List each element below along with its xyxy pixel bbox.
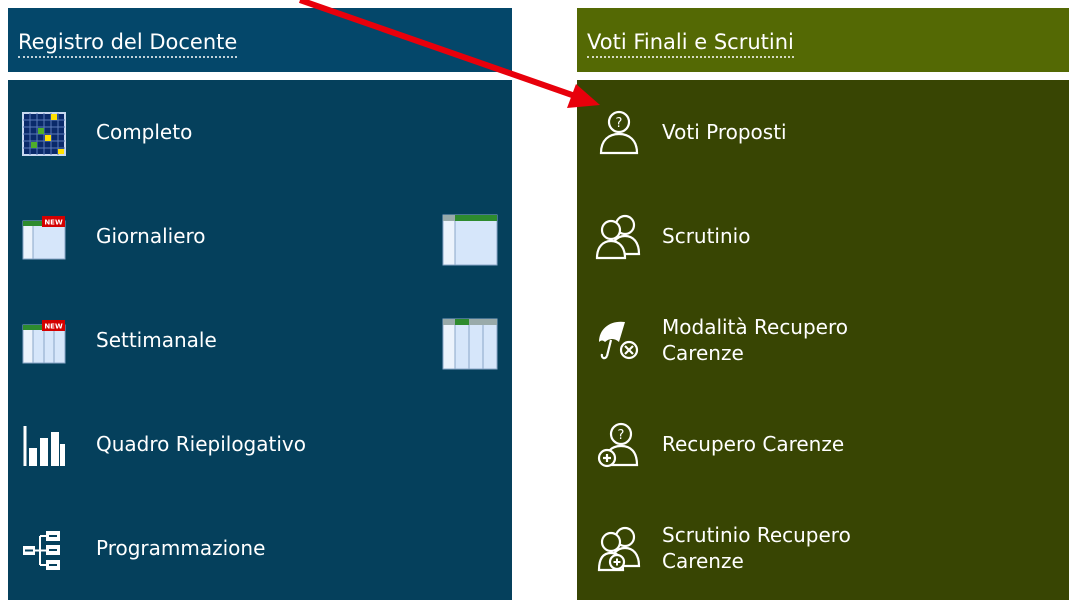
bar-chart-icon xyxy=(23,426,65,466)
menu-item-label: Modalità Recupero Carenze xyxy=(662,315,849,365)
menu-item-label: Recupero Carenze xyxy=(662,432,845,456)
new-badge: NEW xyxy=(44,323,63,331)
people-add-icon xyxy=(597,526,641,572)
menu-item-label: Scrutinio xyxy=(662,224,751,248)
hierarchy-icon xyxy=(23,531,60,570)
menu-item-completo[interactable]: Completo xyxy=(8,80,512,184)
registro-docente-panel: Registro del Docente Completo NEW Giorna… xyxy=(8,8,512,600)
voti-finali-menu: ? Voti Proposti Scrutinio Modalità Recup… xyxy=(577,80,1069,600)
menu-item-settimanale[interactable]: NEW Settimanale xyxy=(8,288,512,392)
voti-finali-panel: Voti Finali e Scrutini ? Voti Proposti S… xyxy=(577,8,1069,600)
weekly-register-new-icon: NEW xyxy=(22,320,66,364)
menu-item-label: Giornaliero xyxy=(96,224,206,248)
menu-item-quadro-riepilogativo[interactable]: Quadro Riepilogativo xyxy=(8,392,512,496)
menu-item-label: Quadro Riepilogativo xyxy=(96,432,306,456)
menu-item-label: Settimanale xyxy=(96,328,217,352)
registro-docente-menu: Completo NEW Giornaliero NEW Settimanale… xyxy=(8,80,512,600)
svg-text:?: ? xyxy=(616,116,623,131)
umbrella-cancel-icon xyxy=(599,321,639,360)
menu-item-recupero-carenze[interactable]: ? Recupero Carenze xyxy=(577,392,1069,496)
menu-item-label: Programmazione xyxy=(96,536,266,560)
people-icon xyxy=(595,214,641,260)
menu-item-label: Voti Proposti xyxy=(662,120,787,144)
registro-docente-header[interactable]: Registro del Docente xyxy=(8,8,512,72)
menu-item-label: Completo xyxy=(96,120,193,144)
menu-item-modalita-recupero-carenze[interactable]: Modalità Recupero Carenze xyxy=(577,288,1069,392)
voti-finali-title[interactable]: Voti Finali e Scrutini xyxy=(587,30,794,58)
menu-item-giornaliero[interactable]: NEW Giornaliero xyxy=(8,184,512,288)
menu-item-programmazione[interactable]: Programmazione xyxy=(8,496,512,600)
person-add-icon: ? xyxy=(597,422,639,468)
daily-register-icon[interactable] xyxy=(442,214,498,266)
new-badge: NEW xyxy=(44,219,63,227)
voti-finali-header[interactable]: Voti Finali e Scrutini xyxy=(577,8,1069,72)
svg-text:?: ? xyxy=(618,428,625,443)
weekly-register-icon[interactable] xyxy=(442,318,498,370)
daily-register-new-icon: NEW xyxy=(22,216,66,260)
menu-item-scrutinio[interactable]: Scrutinio xyxy=(577,184,1069,288)
registro-docente-title[interactable]: Registro del Docente xyxy=(18,30,238,58)
menu-item-scrutinio-recupero-carenze[interactable]: Scrutinio Recupero Carenze xyxy=(577,496,1069,600)
grid-calendar-icon xyxy=(22,112,66,156)
menu-item-label: Scrutinio Recupero Carenze xyxy=(662,523,851,573)
menu-item-voti-proposti[interactable]: ? Voti Proposti xyxy=(577,80,1069,184)
person-question-icon: ? xyxy=(599,110,639,155)
